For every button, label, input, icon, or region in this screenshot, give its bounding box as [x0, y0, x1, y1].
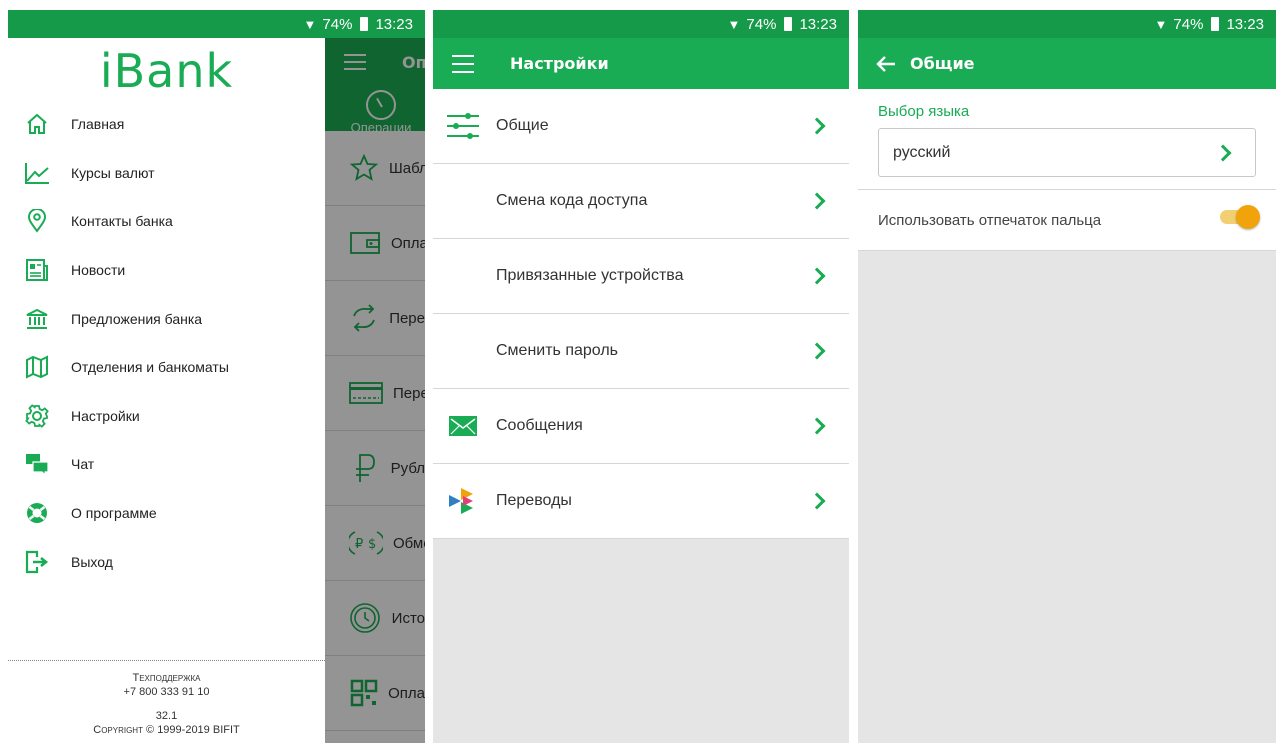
settings-item-label: Смена кода доступа	[496, 192, 648, 209]
chevron-right-icon	[808, 192, 826, 210]
phone-general-settings-screen: ▼ 74% 13:23 Общие Выбор языка русский Ис…	[858, 10, 1276, 743]
drawer-item-bank-contacts[interactable]: Контакты банка	[8, 197, 325, 246]
drawer-item-label: Настройки	[71, 407, 140, 424]
drawer-item-bank-offers[interactable]: Предложения банка	[8, 294, 325, 343]
battery-percent: 74%	[322, 15, 353, 33]
page-title: Общие	[910, 54, 975, 73]
menu-icon[interactable]	[452, 54, 474, 73]
settings-item-label: Сообщения	[496, 417, 583, 434]
phone-drawer-screen: ▼ 74% 13:23 Оп Операции Шабл Опла Пере П…	[8, 10, 425, 743]
settings-appbar: Настройки	[433, 38, 849, 89]
gear-icon	[24, 403, 50, 429]
chart-line-icon	[24, 160, 50, 186]
map-icon	[24, 354, 50, 380]
toggle-knob	[1236, 205, 1260, 229]
status-bar: ▼ 74% 13:23	[858, 10, 1276, 38]
fingerprint-toggle[interactable]	[1220, 205, 1260, 229]
page-title: Настройки	[510, 54, 609, 73]
settings-item-change-password[interactable]: Сменить пароль	[433, 314, 849, 389]
drawer-item-label: Главная	[71, 116, 125, 133]
drawer-menu: Главная Курсы валют Контакты банка Новос…	[8, 100, 325, 586]
settings-item-label: Общие	[496, 117, 549, 134]
settings-item-label: Переводы	[496, 492, 572, 509]
settings-item-linked-devices[interactable]: Привязанные устройства	[433, 239, 849, 314]
app-version: 32.1	[155, 710, 178, 722]
home-icon	[24, 111, 50, 137]
battery-percent: 74%	[746, 15, 777, 33]
drawer-item-label: О программе	[71, 505, 157, 522]
fingerprint-setting-row: Использовать отпечаток пальца	[858, 190, 1276, 251]
newspaper-icon	[24, 257, 50, 283]
settings-item-messages[interactable]: Сообщения	[433, 389, 849, 464]
support-label: Техподдержка	[132, 672, 201, 684]
clock-time: 13:23	[1226, 15, 1264, 33]
settings-item-label: Привязанные устройства	[496, 267, 684, 284]
chevron-right-icon	[808, 417, 826, 435]
chevron-right-icon	[808, 492, 826, 510]
settings-item-transfers[interactable]: Переводы	[433, 464, 849, 539]
language-section: Выбор языка русский	[858, 89, 1276, 190]
exit-icon	[24, 549, 50, 575]
envelope-icon	[445, 408, 481, 444]
phone-settings-screen: ▼ 74% 13:23 Настройки Общие Смена кода д…	[433, 10, 849, 743]
clock-time: 13:23	[375, 15, 413, 33]
copyright-text: Copyright © 1999-2019 BIFIT	[93, 724, 240, 736]
chevron-right-icon	[808, 342, 826, 360]
drawer-item-label: Контакты банка	[71, 213, 173, 230]
chevron-right-icon	[808, 267, 826, 285]
support-phone[interactable]: +7 800 333 91 10	[8, 685, 325, 699]
battery-icon	[1211, 17, 1220, 31]
battery-icon	[360, 17, 369, 31]
language-value: русский	[893, 143, 951, 161]
drawer-item-branches-atms[interactable]: Отделения и банкоматы	[8, 343, 325, 392]
drawer-item-label: Чат	[71, 456, 95, 473]
settings-item-change-access-code[interactable]: Смена кода доступа	[433, 164, 849, 239]
empty-area	[858, 251, 1276, 743]
drawer-item-home[interactable]: Главная	[8, 100, 325, 149]
drawer-item-news[interactable]: Новости	[8, 246, 325, 295]
chevron-right-icon	[808, 117, 826, 135]
drawer-item-label: Курсы валют	[71, 164, 155, 181]
battery-icon	[784, 17, 793, 31]
language-label: Выбор языка	[878, 103, 970, 120]
ibank-logo: iBank	[99, 44, 234, 98]
lifebuoy-icon	[24, 500, 50, 526]
settings-item-label: Сменить пароль	[496, 342, 619, 359]
drawer-item-label: Новости	[71, 262, 126, 279]
empty-area	[433, 539, 849, 743]
drawer-item-chat[interactable]: Чат	[8, 440, 325, 489]
map-pin-icon	[24, 208, 50, 234]
back-arrow-icon[interactable]	[876, 55, 896, 73]
battery-percent: 74%	[1173, 15, 1204, 33]
drawer-item-label: Выход	[71, 553, 113, 570]
navigation-drawer: iBank Главная Курсы валют Контакты банка	[8, 38, 325, 743]
status-bar: ▼ 74% 13:23	[8, 10, 425, 38]
general-appbar: Общие	[858, 38, 1276, 89]
language-select[interactable]: русский	[878, 128, 1256, 177]
drawer-item-currency-rates[interactable]: Курсы валют	[8, 149, 325, 198]
wifi-icon: ▼	[303, 16, 317, 32]
sliders-icon	[445, 108, 481, 144]
drawer-item-label: Предложения банка	[71, 310, 203, 327]
drawer-item-about[interactable]: О программе	[8, 489, 325, 538]
chevron-right-icon	[1214, 144, 1232, 161]
chat-bubbles-icon	[24, 451, 50, 477]
clock-time: 13:23	[799, 15, 837, 33]
settings-item-general[interactable]: Общие	[433, 89, 849, 164]
bank-building-icon	[24, 306, 50, 332]
transfers-triangles-icon	[445, 483, 481, 519]
drawer-footer: Техподдержка +7 800 333 91 10 32.1 Copyr…	[8, 660, 325, 737]
drawer-item-exit[interactable]: Выход	[8, 537, 325, 586]
fingerprint-label: Использовать отпечаток пальца	[878, 211, 1102, 229]
drawer-item-label: Отделения и банкоматы	[71, 359, 229, 376]
drawer-item-settings[interactable]: Настройки	[8, 392, 325, 441]
wifi-icon: ▼	[727, 16, 741, 32]
wifi-icon: ▼	[1154, 16, 1168, 32]
settings-list: Общие Смена кода доступа Привязанные уст…	[433, 89, 849, 539]
status-bar: ▼ 74% 13:23	[433, 10, 849, 38]
